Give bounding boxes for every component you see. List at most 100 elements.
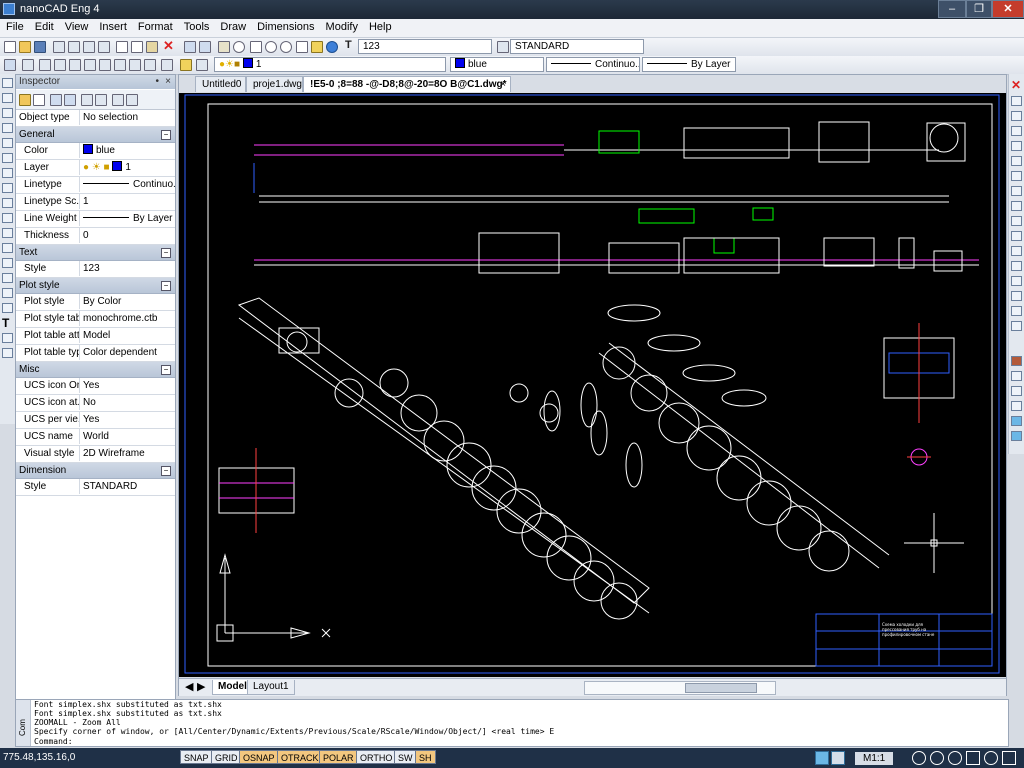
arc-tool-icon[interactable] — [2, 123, 13, 133]
collapse-all-icon[interactable] — [126, 94, 138, 106]
layer-delete-icon[interactable] — [161, 59, 173, 71]
zoom-window-icon[interactable] — [250, 41, 262, 53]
close-panel-icon[interactable]: × — [165, 75, 171, 89]
zoom-previous-icon[interactable] — [265, 41, 277, 53]
status-osnap-button[interactable]: OSNAP — [239, 750, 279, 764]
ellipse-tool-icon[interactable] — [2, 168, 13, 178]
distance-tool-icon[interactable] — [1011, 371, 1022, 381]
insert-block-icon[interactable] — [2, 258, 13, 268]
layer-previous-icon[interactable] — [39, 59, 51, 71]
close-tab-icon[interactable]: × — [500, 77, 506, 92]
property-value[interactable]: ● ☀ ■ 1 — [81, 160, 175, 175]
undo-icon[interactable] — [184, 41, 196, 53]
category-plot-style[interactable]: Plot style − — [16, 278, 175, 294]
property-value[interactable]: 123 — [81, 261, 175, 276]
mirror-tool-icon[interactable] — [1011, 111, 1022, 121]
menu-draw[interactable]: Draw — [214, 19, 251, 33]
minimize-button[interactable]: – — [938, 0, 966, 18]
status-sh-button[interactable]: SH — [415, 750, 436, 764]
explode-tool-icon[interactable] — [1011, 306, 1022, 316]
zoom-status-icon[interactable] — [930, 751, 944, 765]
menu-edit[interactable]: Edit — [29, 19, 59, 33]
text-style-select[interactable]: 123 — [358, 39, 492, 54]
property-value[interactable]: Yes — [81, 412, 175, 427]
delete-icon[interactable]: ✕ — [163, 39, 175, 52]
category-misc[interactable]: Misc − — [16, 362, 175, 378]
copy-icon[interactable] — [131, 41, 143, 53]
menu-help[interactable]: Help — [363, 19, 397, 33]
category-dimension[interactable]: Dimension − — [16, 463, 175, 479]
dimension-style-select[interactable]: STANDARD — [510, 39, 644, 54]
expand-all-icon[interactable] — [112, 94, 124, 106]
pan-icon[interactable] — [218, 41, 230, 53]
zoom-extents-status-icon[interactable] — [966, 751, 980, 765]
property-value[interactable]: STANDARD — [81, 479, 175, 494]
regen-status-icon[interactable] — [984, 751, 998, 765]
rectangle-tool-icon[interactable] — [2, 138, 13, 148]
model-space-icon[interactable] — [815, 751, 829, 765]
horizontal-scrollbar[interactable] — [584, 681, 776, 695]
menu-file[interactable]: File — [0, 19, 29, 33]
spline-tool-icon[interactable] — [2, 183, 13, 193]
drawing-canvas[interactable]: Схема холодки для прессования труб на проф… — [179, 93, 1006, 677]
zoom-window-status-icon[interactable] — [948, 751, 962, 765]
paste-icon[interactable] — [146, 41, 158, 53]
zoom-realtime-icon[interactable] — [233, 41, 245, 53]
property-value[interactable]: Color dependent — [81, 345, 175, 360]
array-tool-icon[interactable] — [1011, 141, 1022, 151]
line-tool-icon[interactable] — [2, 78, 13, 88]
clean-screen-icon[interactable] — [1002, 751, 1016, 765]
region-tool-icon[interactable] — [2, 228, 13, 238]
new-file-icon[interactable] — [4, 41, 16, 53]
circle-tool-icon[interactable] — [2, 108, 13, 118]
close-window-button[interactable]: ✕ — [992, 0, 1024, 18]
property-value[interactable]: No — [81, 395, 175, 410]
area-tool-icon[interactable] — [1011, 386, 1022, 396]
property-value[interactable]: Yes — [81, 378, 175, 393]
fillet-tool-icon[interactable] — [1011, 291, 1022, 301]
make-current-icon[interactable] — [22, 59, 34, 71]
status-grid-button[interactable]: GRID — [211, 750, 242, 764]
property-value[interactable]: Model — [81, 328, 175, 343]
layer-unlock-icon[interactable] — [114, 59, 126, 71]
help-icon[interactable] — [326, 41, 338, 53]
tab-active-drawing[interactable]: !E5-0 ;8=88 -@-D8;8@-20=8O B@C1.dwg* × — [303, 76, 511, 92]
alphabetical-icon[interactable] — [95, 94, 107, 106]
layer-states-icon[interactable] — [180, 59, 192, 71]
collapse-icon[interactable]: − — [161, 281, 171, 291]
erase-icon[interactable]: ✕ — [1011, 79, 1022, 91]
tab-layout1[interactable]: Layout1 — [247, 680, 295, 695]
trim-tool-icon[interactable] — [1011, 216, 1022, 226]
toggle-pickadd-icon[interactable] — [50, 94, 62, 106]
status-snap-button[interactable]: SNAP — [180, 750, 213, 764]
menu-modify[interactable]: Modify — [320, 19, 363, 33]
scroll-thumb[interactable] — [685, 683, 757, 693]
chamfer-tool-icon[interactable] — [1011, 276, 1022, 286]
maximize-button[interactable]: ❐ — [966, 0, 992, 18]
linetype-select[interactable]: Continuo... — [546, 57, 640, 72]
print-preview-icon[interactable] — [68, 41, 80, 53]
layer-lock-icon[interactable] — [99, 59, 111, 71]
revcloud-tool-icon[interactable] — [2, 333, 13, 343]
property-value[interactable]: monochrome.ctb — [81, 311, 175, 326]
menu-tools[interactable]: Tools — [178, 19, 215, 33]
annotation-scale[interactable]: M1:1 — [855, 752, 894, 765]
hatch-tool-icon[interactable] — [2, 213, 13, 223]
wipeout-tool-icon[interactable] — [2, 348, 13, 358]
property-value[interactable]: By Color — [81, 294, 175, 309]
layer-walk-icon[interactable] — [196, 59, 208, 71]
collapse-icon[interactable]: − — [161, 365, 171, 375]
status-sw-button[interactable]: SW — [394, 750, 417, 764]
break-tool-icon[interactable] — [1011, 246, 1022, 256]
collapse-icon[interactable]: − — [161, 466, 171, 476]
collapse-icon[interactable]: − — [161, 130, 171, 140]
property-value[interactable]: No selection — [81, 110, 175, 125]
property-value[interactable]: 0 — [81, 228, 175, 243]
hide-tool-icon[interactable] — [1011, 431, 1022, 441]
layer-manager-icon[interactable] — [4, 59, 16, 71]
lengthen-tool-icon[interactable] — [1011, 321, 1022, 331]
layer-off-icon[interactable] — [69, 59, 81, 71]
property-value[interactable]: blue — [81, 143, 175, 158]
prev-layout-icon[interactable]: ◀ — [185, 680, 193, 693]
layer-isolate-icon[interactable] — [54, 59, 66, 71]
